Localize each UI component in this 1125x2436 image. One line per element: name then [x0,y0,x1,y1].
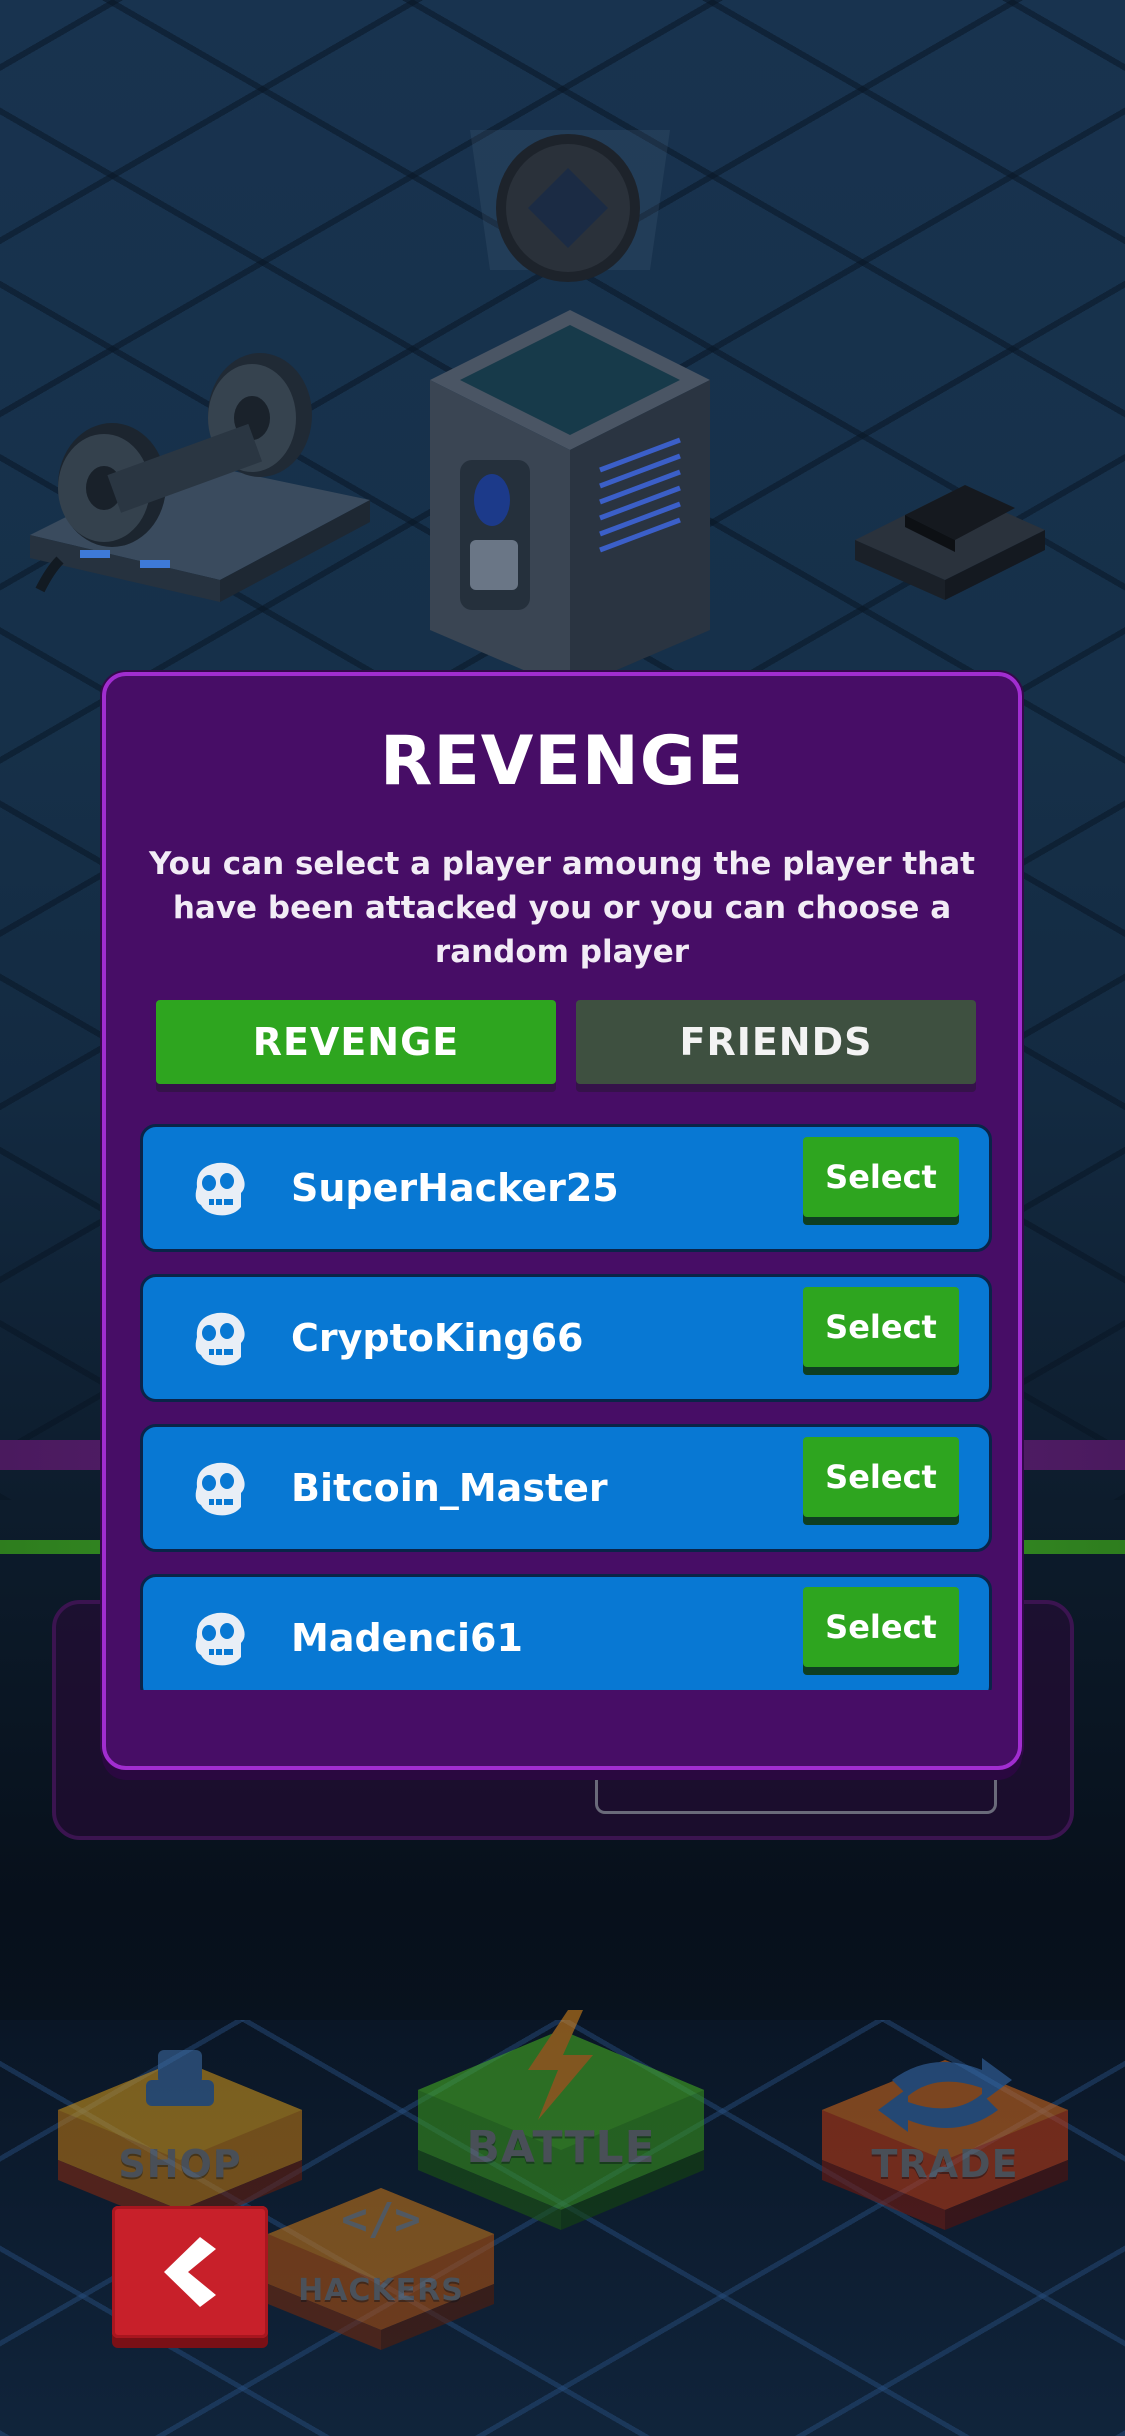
player-name: SuperHacker25 [291,1166,619,1210]
router-device [855,485,1045,600]
modal-description: You can select a player amoung the playe… [149,846,975,970]
player-row: Madenci61 Select [140,1574,992,1690]
nav-shop-label: SHOP [118,2142,242,2186]
ape-skull-icon [195,1312,245,1366]
back-button[interactable] [112,2206,268,2338]
ape-skull-icon [195,1612,245,1666]
trade-hexagon [822,2058,1068,2230]
nav-hackers-button[interactable]: </> HACKERS [268,2170,494,2350]
code-icon: </> [341,2194,420,2245]
player-name: Bitcoin_Master [291,1466,608,1510]
chevron-left-icon [164,2237,216,2307]
tab-revenge[interactable]: REVENGE [156,1000,556,1084]
player-name: CryptoKing66 [291,1316,584,1360]
background-slot [595,1780,997,1814]
ape-skull-icon [195,1462,245,1516]
select-button[interactable]: Select [803,1287,959,1367]
player-name: Madenci61 [291,1616,523,1660]
player-row: Bitcoin_Master Select [140,1424,992,1552]
player-row: SuperHacker25 Select [140,1124,992,1252]
nav-battle-label: BATTLE [466,2122,656,2173]
select-button[interactable]: Select [803,1137,959,1217]
select-button[interactable]: Select [803,1587,959,1667]
hackers-hexagon: </> [268,2188,494,2350]
select-button[interactable]: Select [803,1437,959,1517]
shop-hexagon [58,2050,302,2230]
player-list[interactable]: SuperHacker25 Select CryptoKing66 Select [140,1124,992,1690]
server-tower [430,130,710,690]
ape-skull-icon [195,1162,245,1216]
generator-machine [30,353,370,602]
revenge-modal: REVENGE You can select a player amoung t… [102,672,1022,1770]
nav-trade-button[interactable]: TRADE [822,2040,1068,2230]
nav-hackers-label: HACKERS [298,2273,464,2308]
modal-title: REVENGE [379,722,745,801]
nav-shop-button[interactable]: SHOP [58,2040,302,2230]
nav-trade-label: TRADE [871,2142,1019,2186]
tab-friends[interactable]: FRIENDS [576,1000,976,1084]
player-row: CryptoKing66 Select [140,1274,992,1402]
